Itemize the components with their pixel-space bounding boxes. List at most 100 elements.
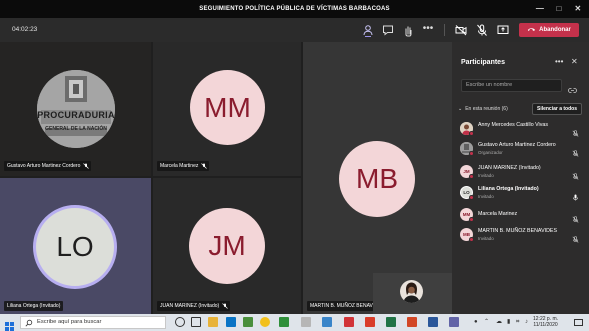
mic-off-icon[interactable]	[572, 230, 579, 243]
tile-name: Gustavo Arturo Martinez Cordero	[7, 163, 81, 169]
mic-off-icon[interactable]	[475, 23, 489, 37]
video-tile-liliana[interactable]: LO Liliana Ortega (Invitado)	[0, 178, 151, 314]
participant-name: Liliana Ortega (Invitado)	[478, 186, 539, 192]
avatar: MB	[339, 141, 415, 217]
mic-off-icon[interactable]	[572, 144, 579, 157]
call-toolbar: 04:02:23 ••• Abandonar	[0, 18, 589, 42]
section-header[interactable]: ⌄ En esta reunión (6)	[458, 106, 508, 112]
more-options-icon[interactable]: •••	[421, 23, 435, 37]
tile-name-label: Liliana Ortega (Invitado)	[4, 301, 64, 311]
panel-title: Participantes	[461, 59, 505, 66]
teams-window: SEGUIMIENTO POLÍTICA PÚBLICA DE VÍCTIMAS…	[0, 0, 589, 331]
status-badge	[469, 174, 474, 179]
participant-row[interactable]: LO Liliana Ortega (Invitado) Invitado	[452, 183, 589, 203]
tile-name-label: Marcela Martinez	[157, 161, 210, 171]
excel-icon[interactable]	[386, 317, 396, 327]
participant-name: MARTIN B. MUÑOZ BENAVIDES	[478, 228, 557, 234]
share-invite-icon[interactable]	[568, 82, 577, 93]
taskbar-search-input[interactable]: Escribe aquí para buscar	[20, 316, 166, 329]
participant-role: Invitado	[478, 194, 494, 199]
video-tile-gustavo[interactable]: PROCURADURIA GENERAL DE LA NACIÓN Gustav…	[0, 42, 151, 176]
logo-text-top: PROCURADURIA	[37, 110, 115, 120]
volume-icon[interactable]: ♪	[525, 319, 531, 325]
participant-role: Invitado	[478, 236, 494, 241]
participant-row[interactable]: Anny Mercedes Castillo Vivas	[452, 119, 589, 139]
mic-on-icon[interactable]	[572, 188, 579, 201]
battery-icon[interactable]: ▮	[507, 319, 513, 325]
task-view-icon[interactable]	[191, 317, 201, 327]
leave-call-button[interactable]: Abandonar	[519, 23, 579, 37]
mute-all-button[interactable]: Silenciar a todos	[532, 103, 582, 115]
store-icon[interactable]	[243, 317, 253, 327]
participant-row[interactable]: JM JUAN MARINEZ (Invitado) Invitado	[452, 162, 589, 182]
participant-name: JUAN MARINEZ (Invitado)	[478, 165, 541, 171]
wifi-icon[interactable]: ⌗	[516, 319, 522, 325]
status-badge	[469, 131, 474, 136]
participants-icon[interactable]	[361, 23, 375, 37]
pdf-reader-icon[interactable]	[365, 317, 375, 327]
mic-off-icon[interactable]	[572, 124, 579, 137]
participant-name: Anny Mercedes Castillo Vivas	[478, 122, 548, 128]
participant-row[interactable]: Gustavo Arturo Martinez Cordero Organiza…	[452, 139, 589, 159]
chat-icon[interactable]	[381, 23, 395, 37]
status-badge	[469, 195, 474, 200]
edge-icon[interactable]	[226, 317, 236, 327]
mic-off-icon[interactable]	[572, 210, 579, 223]
maximize-icon[interactable]: □	[552, 3, 566, 15]
video-stage: PROCURADURIA GENERAL DE LA NACIÓN Gustav…	[0, 42, 452, 314]
participant-name: Gustavo Arturo Martinez Cordero	[478, 142, 556, 148]
share-screen-icon[interactable]	[496, 23, 510, 37]
minimize-icon[interactable]: —	[533, 3, 547, 15]
participants-panel: Participantes ••• ✕ Escribe un nombre ⌄ …	[452, 42, 589, 314]
call-timer: 04:02:23	[12, 26, 38, 33]
tile-name: Liliana Ortega (Invitado)	[7, 303, 61, 309]
notifications-icon[interactable]	[574, 319, 583, 326]
raise-hand-icon[interactable]	[401, 23, 415, 37]
leave-label: Abandonar	[539, 27, 571, 33]
tile-name-label: JUAN MARINEZ (Invitado)	[157, 301, 231, 311]
video-tile-juan[interactable]: JM JUAN MARINEZ (Invitado)	[153, 178, 301, 314]
self-view-pip[interactable]	[373, 273, 452, 314]
title-bar: SEGUIMIENTO POLÍTICA PÚBLICA DE VÍCTIMAS…	[0, 0, 589, 18]
app-icon[interactable]	[344, 317, 354, 327]
avatar: MM	[190, 70, 265, 145]
participant-name: Marcela Marinez	[478, 211, 518, 217]
app-icon[interactable]	[301, 317, 311, 327]
cortana-icon[interactable]	[175, 317, 185, 327]
taskbar-search-placeholder: Escribe aquí para buscar	[37, 319, 102, 325]
windows-start-icon[interactable]	[5, 318, 14, 331]
people-icon[interactable]: ●	[474, 319, 480, 325]
participant-row[interactable]: MB MARTIN B. MUÑOZ BENAVIDES Invitado	[452, 225, 589, 245]
avatar: JM	[189, 208, 265, 284]
status-badge	[469, 237, 474, 242]
video-tile-marcela[interactable]: MM Marcela Martinez	[153, 42, 301, 176]
chrome-icon[interactable]	[260, 317, 270, 327]
word-icon[interactable]	[428, 317, 438, 327]
clock-date: 11/11/2020	[533, 322, 558, 328]
search-icon	[25, 319, 33, 327]
chevron-down-icon: ⌄	[458, 106, 463, 112]
app-icon[interactable]	[322, 317, 332, 327]
close-icon[interactable]: ✕	[571, 57, 578, 66]
status-badge	[469, 217, 474, 222]
mic-off-icon[interactable]	[572, 167, 579, 180]
participant-role: Organizador	[478, 150, 503, 155]
powerpoint-icon[interactable]	[407, 317, 417, 327]
cloud-icon[interactable]: ☁	[496, 319, 502, 325]
self-avatar	[400, 280, 423, 303]
participant-search-input[interactable]: Escribe un nombre	[461, 79, 562, 92]
app-icon[interactable]	[279, 317, 289, 327]
video-tile-martin[interactable]: MB MARTIN B. MUÑOZ BENAVIDES	[303, 42, 452, 314]
close-window-icon[interactable]: ✕	[571, 3, 585, 15]
file-explorer-icon[interactable]	[208, 317, 218, 327]
status-badge	[469, 151, 474, 156]
taskbar-clock[interactable]: 12:22 p. m. 11/11/2020	[533, 316, 558, 328]
chevron-up-icon[interactable]: ⌃	[484, 319, 490, 325]
camera-off-icon[interactable]	[454, 23, 468, 37]
mic-off-icon	[222, 303, 228, 309]
teams-icon[interactable]	[449, 317, 459, 327]
participant-row[interactable]: MM Marcela Marinez	[452, 205, 589, 225]
phone-hangup-icon	[527, 26, 536, 34]
more-icon[interactable]: •••	[555, 57, 563, 66]
toolbar-separator	[444, 24, 445, 36]
